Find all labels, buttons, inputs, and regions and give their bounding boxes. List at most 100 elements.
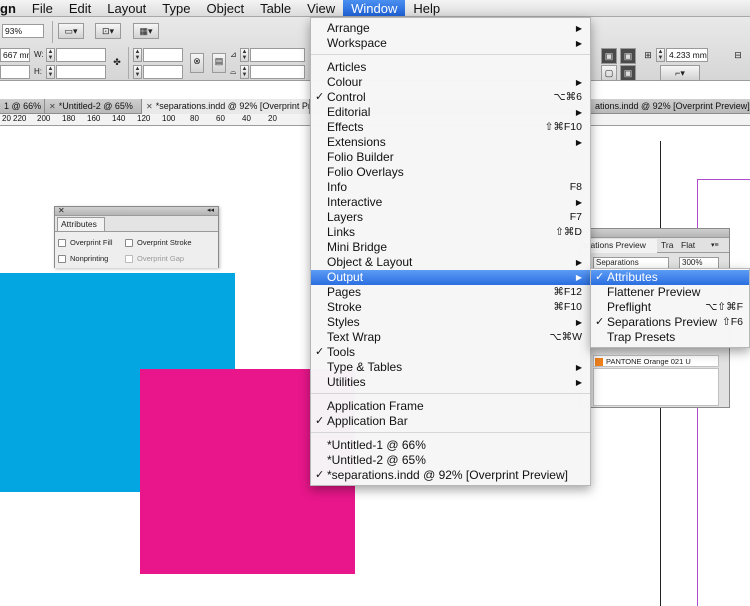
stroke-weight-field[interactable]: 4.233 mm	[666, 48, 708, 62]
menu-table[interactable]: Table	[252, 0, 299, 16]
constrain-proportions-icon[interactable]: ✤	[110, 55, 124, 71]
close-icon[interactable]: ✕	[49, 102, 56, 111]
content-select-icon[interactable]: ▣	[620, 65, 636, 81]
lock-scale-icon[interactable]: ⊗	[190, 53, 204, 73]
panel-menu-icon[interactable]: ▾≡	[711, 239, 719, 252]
scale-y-stepper[interactable]: ▲ ▼	[133, 65, 142, 79]
menu-object[interactable]: Object	[198, 0, 252, 16]
container-select-icon[interactable]: ▣	[620, 48, 636, 64]
checkbox-box[interactable]	[58, 238, 66, 247]
arrange-docs-icon[interactable]: ▦▾	[133, 23, 159, 39]
shear-stepper[interactable]: ▲ ▼	[240, 65, 249, 79]
checkbox-box[interactable]	[125, 238, 133, 247]
menu-item-mini-bridge[interactable]: Mini Bridge	[311, 240, 590, 255]
menu-item-application-frame[interactable]: Application Frame	[311, 399, 590, 414]
menu-item-pages[interactable]: Pages ⌘F12	[311, 285, 590, 300]
menu-item-untitled-2-65[interactable]: *Untitled-2 @ 65%	[311, 453, 590, 468]
menu-item-output[interactable]: Output ▶	[311, 270, 590, 285]
tab-separations-right[interactable]: ations.indd @ 92% [Overprint Preview]	[591, 99, 750, 114]
checkbox-box[interactable]	[58, 254, 66, 263]
menu-view[interactable]: View	[299, 0, 343, 16]
tab-flattener[interactable]: Flat	[681, 239, 695, 252]
menu-item-tools[interactable]: ✓ Tools	[311, 345, 590, 360]
tab-separations-preview[interactable]: arations Preview	[581, 239, 657, 253]
menu-item-utilities[interactable]: Utilities ▶	[311, 375, 590, 390]
stroke-swatch-icon[interactable]: ▢	[601, 65, 617, 81]
menu-item-stroke[interactable]: Stroke ⌘F10	[311, 300, 590, 315]
menu-item-interactive[interactable]: Interactive ▶	[311, 195, 590, 210]
x-field[interactable]: 667 mm	[0, 48, 30, 62]
tab-attributes[interactable]: Attributes	[57, 217, 105, 231]
menu-item-separations-preview[interactable]: ✓ Separations Preview ⇧F6	[591, 315, 749, 330]
h-field[interactable]	[56, 65, 106, 79]
menu-help[interactable]: Help	[405, 0, 448, 16]
submenu-arrow-icon: ▶	[575, 318, 582, 327]
w-field[interactable]	[56, 48, 106, 62]
stroke-type-dropdown[interactable]: ⌐▾	[660, 65, 700, 81]
scale-y-field[interactable]	[143, 65, 183, 79]
h-stepper[interactable]: ▲ ▼	[46, 65, 55, 79]
menu-item-info[interactable]: Info F8	[311, 180, 590, 195]
menu-item-arrange[interactable]: Arrange ▶	[311, 21, 590, 36]
menu-window[interactable]: Window	[343, 0, 406, 16]
menu-item-control[interactable]: ✓ Control ⌥⌘6	[311, 90, 590, 105]
screen-mode-icon[interactable]: ⊡▾	[95, 23, 121, 39]
menu-item-editorial[interactable]: Editorial ▶	[311, 105, 590, 120]
corner-options-icon[interactable]: ⊟	[730, 48, 746, 64]
menu-file[interactable]: File	[24, 0, 61, 16]
menu-type[interactable]: Type	[154, 0, 198, 16]
fill-swatch-icon[interactable]: ▣	[601, 48, 617, 64]
stroke-weight-stepper[interactable]: ▲ ▼	[656, 48, 665, 62]
zoom-field[interactable]: 93%	[2, 24, 44, 38]
menu-item-workspace[interactable]: Workspace ▶	[311, 36, 590, 51]
shortcut-label: ⌘F10	[553, 301, 582, 313]
menu-separator	[311, 432, 590, 433]
menu-item-layers[interactable]: Layers F7	[311, 210, 590, 225]
menu-item-extensions[interactable]: Extensions ▶	[311, 135, 590, 150]
menu-layout[interactable]: Layout	[99, 0, 154, 16]
menu-item-links[interactable]: Links ⇧⌘D	[311, 225, 590, 240]
view-options-icon[interactable]: ▭▾	[58, 23, 84, 39]
menu-item-preflight[interactable]: Preflight ⌥⇧⌘F	[591, 300, 749, 315]
nonprinting-checkbox[interactable]: Nonprinting	[58, 254, 108, 263]
y-field[interactable]	[0, 65, 30, 79]
menu-item-folio-builder[interactable]: Folio Builder	[311, 150, 590, 165]
shear-field[interactable]	[250, 65, 305, 79]
menu-item-untitled-1-66[interactable]: *Untitled-1 @ 66%	[311, 438, 590, 453]
close-icon[interactable]: ✕	[146, 102, 153, 111]
collapse-icon[interactable]: ◂◂	[207, 206, 214, 214]
menu-item-folio-overlays[interactable]: Folio Overlays	[311, 165, 590, 180]
menu-item-colour[interactable]: Colour ▶	[311, 75, 590, 90]
tab-trap[interactable]: Tra	[661, 239, 673, 252]
menu-item-attributes[interactable]: ✓ Attributes	[591, 270, 749, 285]
panel-titlebar[interactable]	[581, 229, 729, 238]
menu-item-trap-presets[interactable]: Trap Presets	[591, 330, 749, 345]
menu-item-text-wrap[interactable]: Text Wrap ⌥⌘W	[311, 330, 590, 345]
rotate-stepper[interactable]: ▲ ▼	[240, 48, 249, 62]
menu-item-object-layout[interactable]: Object & Layout ▶	[311, 255, 590, 270]
menu-item-articles[interactable]: Articles	[311, 60, 590, 75]
menu-item-flattener-preview[interactable]: Flattener Preview	[591, 285, 749, 300]
scale-x-stepper[interactable]: ▲ ▼	[133, 48, 142, 62]
menu-item-separations-indd-92-overprint-preview[interactable]: ✓ *separations.indd @ 92% [Overprint Prev…	[311, 468, 590, 483]
tab-untitled-1[interactable]: 1 @ 66%	[0, 99, 45, 114]
menu-edit[interactable]: Edit	[61, 0, 99, 16]
menu-item-styles[interactable]: Styles ▶	[311, 315, 590, 330]
close-icon[interactable]: ✕	[58, 206, 65, 215]
menu-item-effects[interactable]: Effects ⇧⌘F10	[311, 120, 590, 135]
w-stepper[interactable]: ▲ ▼	[46, 48, 55, 62]
rotate-field[interactable]	[250, 48, 305, 62]
overprint-fill-checkbox[interactable]: Overprint Fill	[58, 238, 113, 247]
constrain-scale-icon[interactable]: ▤	[212, 53, 226, 73]
menu-item-label: Mini Bridge	[327, 240, 388, 254]
overprint-stroke-checkbox[interactable]: Overprint Stroke	[125, 238, 192, 247]
panel-titlebar[interactable]: ✕ ◂◂	[55, 206, 218, 216]
tab-untitled-2[interactable]: ✕ *Untitled-2 @ 65%	[45, 99, 142, 114]
menu-app[interactable]: gn	[0, 0, 24, 16]
separation-row[interactable]: PANTONE Orange 021 U	[593, 355, 719, 367]
submenu-arrow-icon: ▶	[575, 198, 582, 207]
menu-item-application-bar[interactable]: ✓ Application Bar	[311, 414, 590, 429]
scale-x-field[interactable]	[143, 48, 183, 62]
tab-separations[interactable]: ✕*separations.indd @ 92% [Overprint Prev…	[142, 99, 310, 114]
menu-item-type-tables[interactable]: Type & Tables ▶	[311, 360, 590, 375]
